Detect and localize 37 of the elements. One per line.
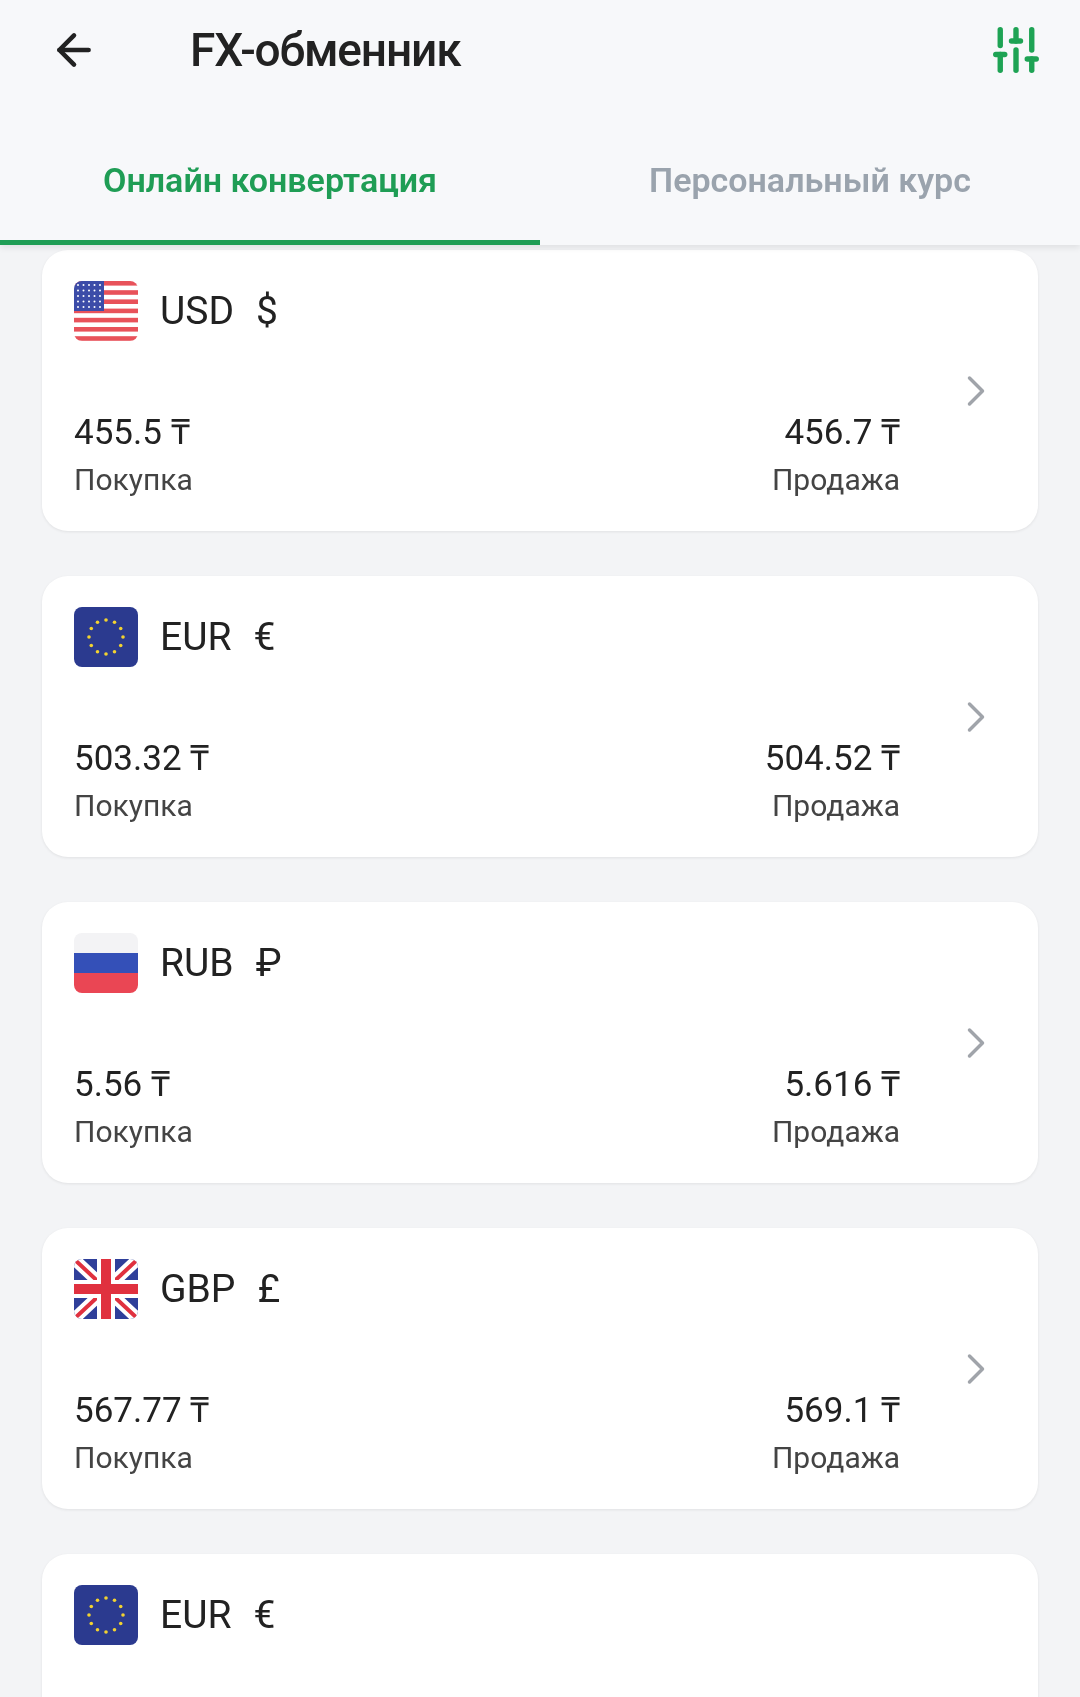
buy-rate: 5.56 ₸ [74, 1063, 171, 1107]
sell-label: Продажа [771, 1113, 900, 1151]
buy-rate: 455.5 ₸ [74, 411, 191, 455]
currency-code: RUB [160, 938, 234, 988]
currency-code: EUR [160, 612, 232, 662]
sell-label: Продажа [771, 787, 900, 825]
buy-rate: 567.77 ₸ [74, 1389, 210, 1433]
sell-rate: 569.1 ₸ [784, 1389, 900, 1433]
flag-icon [74, 279, 138, 343]
sell-rate: 5.616 ₸ [784, 1063, 900, 1107]
currency-card[interactable]: RUB ₽ 5.56 ₸ Покупка 5.616 ₸ Продажа [42, 902, 1038, 1183]
page-title: FX-обменник [190, 21, 461, 79]
buy-label: Покупка [74, 1439, 194, 1477]
currency-card[interactable]: EUR € 503.32 ₸ Покупка 504.52 ₸ Продажа [42, 576, 1038, 857]
buy-rate: 503.32 ₸ [74, 737, 210, 781]
buy-label: Покупка [74, 1113, 193, 1151]
currency-symbol: € [253, 612, 276, 662]
sell-rate: 504.52 ₸ [764, 737, 900, 781]
currency-symbol: $ [256, 286, 278, 336]
flag-icon [74, 605, 138, 669]
currency-code: EUR [160, 1590, 232, 1640]
currency-card[interactable]: EUR € [42, 1554, 1038, 1697]
currency-symbol: £ [257, 1264, 281, 1314]
flag-icon [74, 1257, 138, 1321]
buy-label: Покупка [74, 461, 193, 499]
currency-card[interactable]: USD $ 455.5 ₸ Покупка 456.7 ₸ Продажа [42, 250, 1038, 531]
sell-label: Продажа [771, 461, 900, 499]
currency-code: USD [160, 286, 235, 336]
flag-icon [74, 1583, 138, 1647]
currency-symbol: € [253, 1590, 276, 1640]
buy-label: Покупка [74, 787, 194, 825]
currency-symbol: ₽ [255, 938, 282, 988]
sell-rate: 456.7 ₸ [784, 411, 900, 455]
currency-card[interactable]: GBP £ 567.77 ₸ Покупка 569.1 ₸ Продажа [42, 1228, 1038, 1509]
flag-icon [74, 931, 138, 995]
currency-code: GBP [160, 1264, 236, 1314]
sell-label: Продажа [771, 1439, 900, 1477]
